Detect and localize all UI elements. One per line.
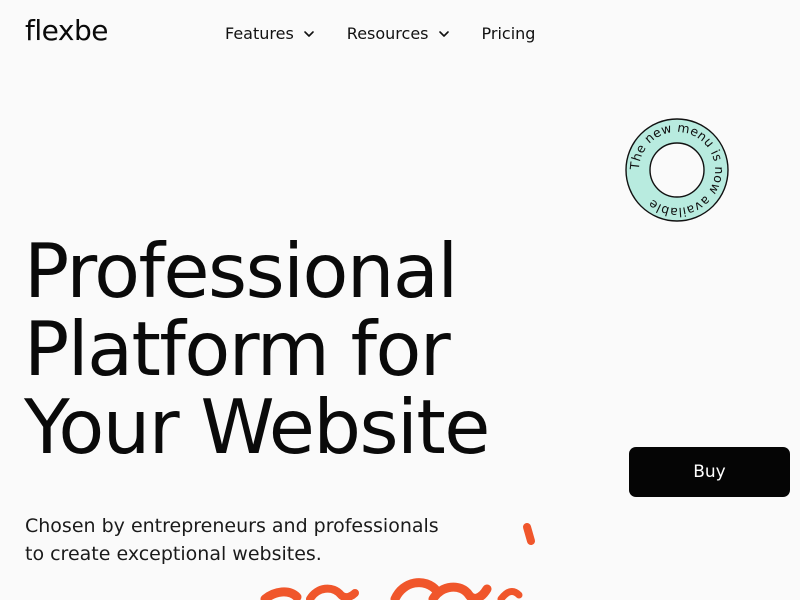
buy-button[interactable]: Buy bbox=[629, 447, 790, 497]
chevron-down-icon bbox=[303, 30, 314, 37]
hero-title-line: Your Website bbox=[24, 383, 490, 471]
flexbe-logo[interactable]: flexbe bbox=[25, 14, 108, 47]
hero-title-line: Professional bbox=[24, 227, 458, 315]
main-nav: Features Resources Pricing bbox=[225, 24, 567, 43]
hero-title-line: Platform for bbox=[24, 305, 451, 393]
chevron-down-icon bbox=[438, 30, 449, 37]
nav-item-features[interactable]: Features bbox=[225, 24, 315, 43]
nav-item-label: Pricing bbox=[481, 24, 536, 43]
nav-item-label: Resources bbox=[346, 24, 429, 43]
nav-item-resources[interactable]: Resources bbox=[347, 24, 450, 43]
brush-stroke-decoration bbox=[260, 523, 535, 600]
nav-item-label: Features bbox=[225, 24, 294, 43]
hero-title: Professional Platform for Your Website bbox=[24, 227, 490, 471]
landing-page: flexbe Features Resources Pricing The ne… bbox=[0, 0, 800, 600]
nav-item-pricing[interactable]: Pricing bbox=[482, 24, 536, 43]
new-menu-badge[interactable]: The new menu is now available bbox=[624, 117, 730, 223]
